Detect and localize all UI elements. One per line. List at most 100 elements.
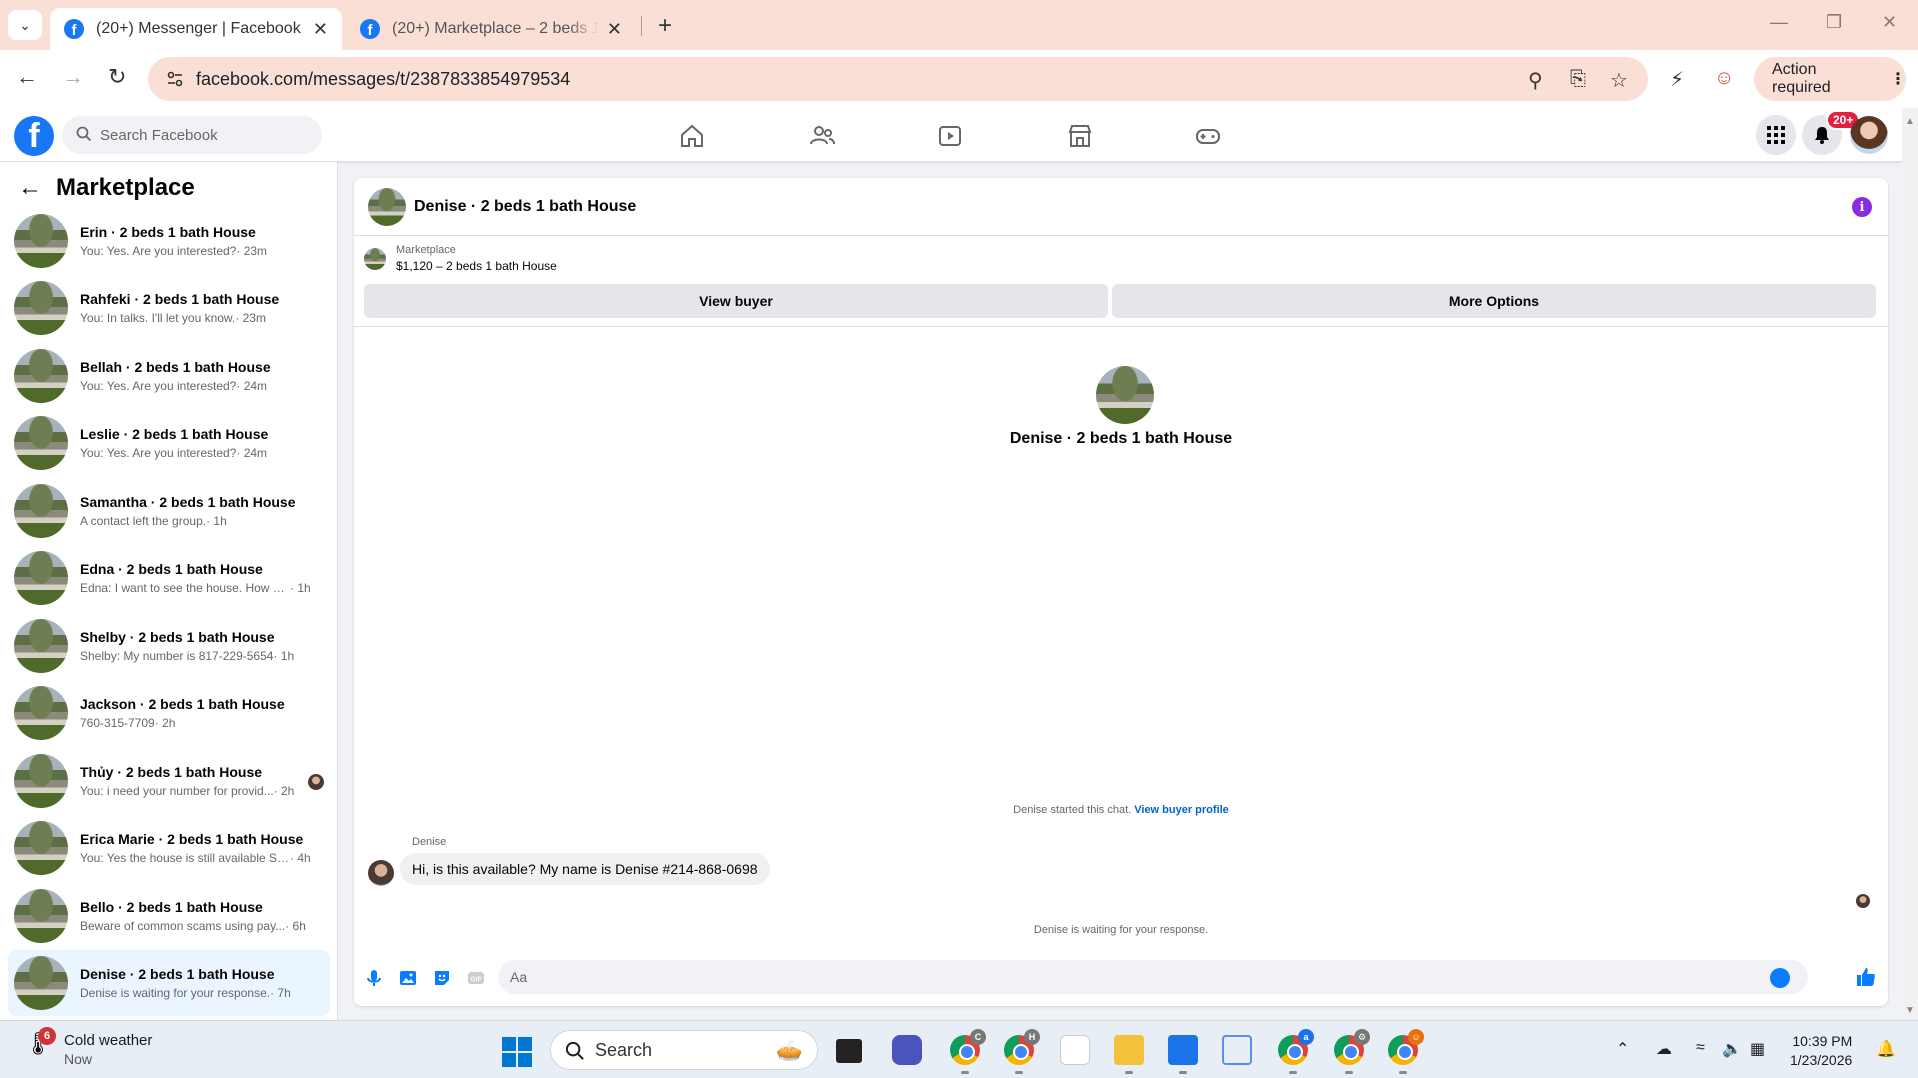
info-icon[interactable]: i bbox=[1852, 197, 1872, 217]
account-avatar[interactable] bbox=[1850, 116, 1888, 154]
listing-thumbnail bbox=[14, 281, 68, 335]
back-arrow-icon[interactable]: ← bbox=[18, 174, 42, 202]
forward-arrow-icon[interactable]: → bbox=[62, 64, 84, 90]
facebook-logo-icon[interactable]: f bbox=[14, 116, 54, 156]
listing-summary[interactable]: Marketplace $1,120 – 2 beds 1 bath House bbox=[364, 244, 557, 273]
tab-messenger[interactable]: f (20+) Messenger | Facebook ✕ bbox=[50, 8, 342, 50]
message-composer: GIF Aa bbox=[354, 956, 1888, 1000]
profile-badge-icon: ☺ bbox=[1408, 1029, 1424, 1045]
site-info-icon[interactable] bbox=[166, 70, 184, 88]
scroll-down-icon[interactable]: ▼ bbox=[1905, 1005, 1915, 1016]
chrome-icon[interactable]: H bbox=[1004, 1029, 1040, 1065]
marketplace-icon[interactable] bbox=[1066, 122, 1094, 150]
chat-title[interactable]: Denise · 2 beds 1 bath House bbox=[414, 198, 636, 216]
action-required-button[interactable]: Action required ⋮ bbox=[1754, 57, 1906, 101]
gif-icon[interactable]: GIF bbox=[466, 968, 486, 988]
conversation-time: · 24m bbox=[236, 446, 268, 460]
zoom-icon[interactable]: ⚲ bbox=[1528, 68, 1543, 93]
conversation-item[interactable]: Edna · 2 beds 1 bath House Edna: I want … bbox=[8, 545, 330, 611]
conversation-item[interactable]: Bellah · 2 beds 1 bath House You: Yes. A… bbox=[8, 343, 330, 409]
address-bar[interactable]: facebook.com/messages/t/2387833854979534… bbox=[148, 57, 1648, 101]
chrome-icon[interactable]: C bbox=[950, 1029, 986, 1065]
capcut-icon[interactable] bbox=[1060, 1035, 1090, 1065]
snipping-tool-icon[interactable] bbox=[1222, 1035, 1252, 1065]
chrome-icon[interactable]: ☺ bbox=[1388, 1029, 1424, 1065]
conversation-time: · 2h bbox=[154, 716, 176, 730]
start-button[interactable] bbox=[502, 1037, 532, 1067]
install-app-icon[interactable]: ⎘ bbox=[1570, 68, 1586, 91]
new-tab-button[interactable]: + bbox=[650, 12, 680, 40]
gaming-icon[interactable] bbox=[1194, 122, 1222, 150]
restore-button[interactable]: ❐ bbox=[1826, 12, 1842, 33]
extension-icon[interactable]: ⚡ bbox=[1670, 67, 1684, 92]
close-icon[interactable]: ✕ bbox=[313, 19, 328, 40]
wifi-icon[interactable]: ≈ bbox=[1696, 1039, 1705, 1057]
message-bubble[interactable]: Hi, is this available? My name is Denise… bbox=[400, 853, 770, 885]
conversation-time: · 1h bbox=[290, 581, 311, 595]
microphone-icon[interactable] bbox=[364, 968, 384, 988]
video-icon[interactable] bbox=[936, 122, 964, 150]
weather-widget[interactable]: 🌡 6 Cold weather Now bbox=[24, 1027, 152, 1069]
conversation-item[interactable]: Rahfeki · 2 beds 1 bath House You: In ta… bbox=[8, 275, 330, 341]
view-buyer-button[interactable]: View buyer bbox=[364, 284, 1108, 318]
minimize-button[interactable]: — bbox=[1770, 12, 1788, 33]
conversation-name: Bello · 2 beds 1 bath House bbox=[80, 899, 263, 915]
friends-icon[interactable] bbox=[808, 122, 836, 150]
sticker-icon[interactable] bbox=[432, 968, 452, 988]
close-window-button[interactable]: ✕ bbox=[1882, 12, 1897, 33]
cloud-off-icon[interactable]: ☁ bbox=[1656, 1039, 1672, 1059]
conversation-item[interactable]: Thủy · 2 beds 1 bath House You: i need y… bbox=[8, 748, 330, 814]
chevron-up-icon[interactable]: ⌃ bbox=[1616, 1039, 1629, 1059]
volume-icon[interactable]: 🔈 bbox=[1722, 1039, 1742, 1059]
taskbar-search-label: Search bbox=[595, 1039, 653, 1060]
home-icon[interactable] bbox=[678, 122, 706, 150]
read-receipt-avatar bbox=[308, 774, 324, 790]
conversation-item[interactable]: Leslie · 2 beds 1 bath House You: Yes. A… bbox=[8, 410, 330, 476]
chrome-icon[interactable]: a bbox=[1278, 1029, 1314, 1065]
listing-thumbnail bbox=[14, 686, 68, 740]
conversation-name: Leslie · 2 beds 1 bath House bbox=[80, 426, 269, 442]
conversation-item[interactable]: Erica Marie · 2 beds 1 bath House You: Y… bbox=[8, 815, 330, 881]
thumbs-up-icon[interactable] bbox=[1854, 965, 1878, 989]
svg-text:GIF: GIF bbox=[470, 977, 482, 984]
conversation-item[interactable]: Samantha · 2 beds 1 bath House A contact… bbox=[8, 478, 330, 544]
tab-search-menu-button[interactable]: ⌄ bbox=[8, 10, 42, 40]
reload-icon[interactable]: ↻ bbox=[108, 64, 126, 90]
taskbar-search[interactable]: Search 🥧 bbox=[550, 1030, 818, 1070]
menu-grid-button[interactable] bbox=[1756, 115, 1796, 155]
facebook-search-input[interactable]: Search Facebook bbox=[62, 116, 322, 154]
battery-icon[interactable]: ▦ bbox=[1750, 1039, 1765, 1059]
photos-icon[interactable] bbox=[1168, 1035, 1198, 1065]
scroll-up-icon[interactable]: ▲ bbox=[1905, 116, 1915, 127]
teams-icon[interactable] bbox=[892, 1035, 922, 1065]
bookmark-star-icon[interactable]: ☆ bbox=[1610, 68, 1628, 93]
system-clock[interactable]: 10:39 PM 1/23/2026 bbox=[1790, 1032, 1852, 1070]
conversation-item[interactable]: Shelby · 2 beds 1 bath House Shelby: My … bbox=[8, 613, 330, 679]
conversation-name: Samantha · 2 beds 1 bath House bbox=[80, 494, 296, 510]
emoji-icon[interactable] bbox=[1770, 968, 1790, 988]
chrome-icon[interactable]: ⚙ bbox=[1334, 1029, 1370, 1065]
more-vert-icon[interactable]: ⋮ bbox=[1890, 69, 1906, 89]
task-view-icon[interactable] bbox=[836, 1039, 862, 1063]
more-options-button[interactable]: More Options bbox=[1112, 284, 1876, 318]
running-indicator bbox=[1179, 1071, 1187, 1074]
conversation-item-selected[interactable]: Denise · 2 beds 1 bath House Denise is w… bbox=[8, 950, 330, 1016]
page-scrollbar[interactable]: ▲ ▼ bbox=[1902, 108, 1918, 1020]
back-arrow-icon[interactable]: ← bbox=[16, 64, 38, 90]
conversation-item[interactable]: Jackson · 2 beds 1 bath House 760-315-77… bbox=[8, 680, 330, 746]
sender-avatar[interactable] bbox=[368, 860, 394, 886]
close-icon[interactable]: ✕ bbox=[607, 19, 622, 40]
file-explorer-icon[interactable] bbox=[1114, 1035, 1144, 1065]
listing-thumbnail[interactable] bbox=[368, 187, 406, 226]
conversation-snippet: Shelby: My number is 817-229-5654 bbox=[80, 649, 274, 663]
profile-icon[interactable]: ☺ bbox=[1714, 67, 1734, 90]
message-input[interactable]: Aa bbox=[498, 960, 1808, 994]
conversation-item[interactable]: Bello · 2 beds 1 bath House Beware of co… bbox=[8, 883, 330, 949]
tab-marketplace[interactable]: f (20+) Marketplace – 2 beds 1 bath Hous… bbox=[346, 8, 636, 50]
conversation-snippet: Denise is waiting for your response. bbox=[80, 986, 271, 1000]
listing-thumbnail bbox=[14, 889, 68, 943]
view-buyer-profile-link[interactable]: View buyer profile bbox=[1134, 804, 1229, 816]
photo-icon[interactable] bbox=[398, 968, 418, 988]
conversation-item[interactable]: Erin · 2 beds 1 bath House You: Yes. Are… bbox=[8, 208, 330, 274]
notification-bell-icon[interactable]: 🔔 bbox=[1876, 1039, 1896, 1059]
